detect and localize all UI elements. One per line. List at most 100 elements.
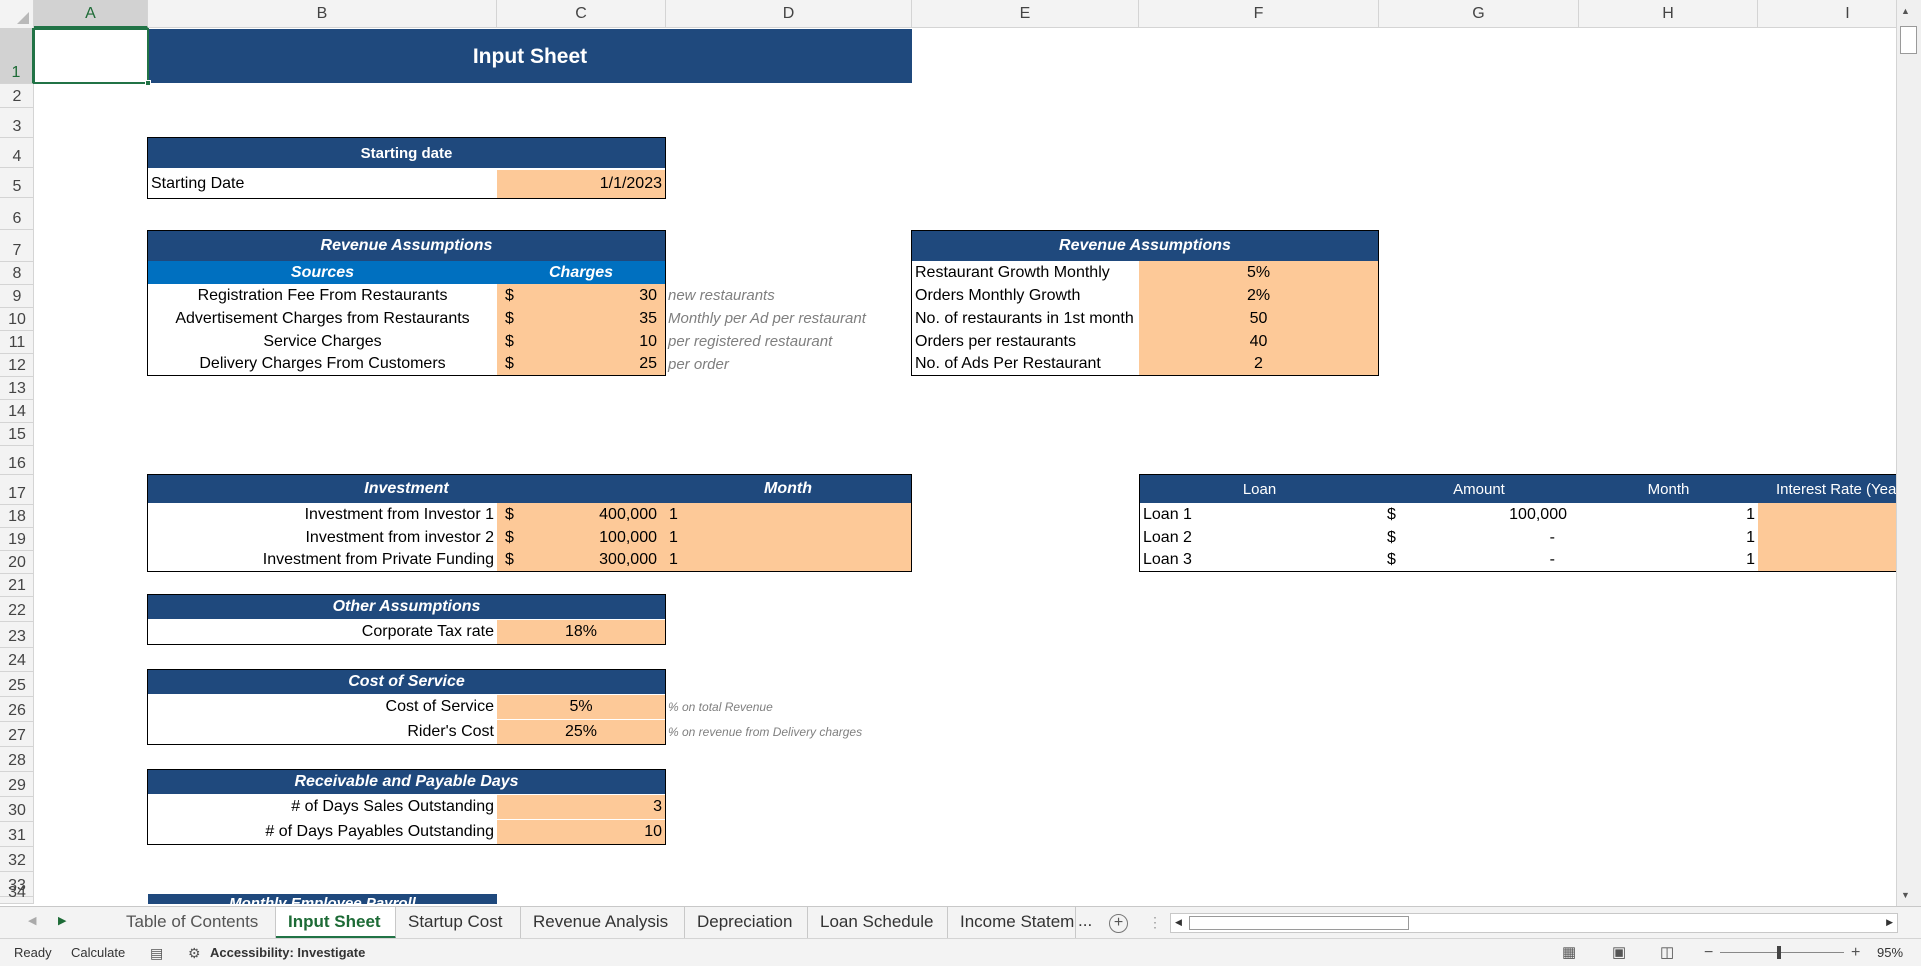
zoom-out-icon[interactable]: − [1704,939,1713,967]
row-header[interactable]: 15 [0,423,34,446]
starting-date-value[interactable]: 1/1/2023 [497,170,665,198]
row-header[interactable]: 7 [0,230,34,262]
row-header[interactable]: 21 [0,574,34,597]
normal-view-icon[interactable]: ▦ [1562,939,1576,967]
next-sheet-icon[interactable]: ▶ [58,914,66,927]
growth-value[interactable]: 50 [1139,307,1378,330]
row-header[interactable]: 20 [0,551,34,574]
row-header[interactable]: 5 [0,168,34,198]
row-header[interactable]: 3 [0,108,34,138]
column-header-g[interactable]: G [1379,0,1579,28]
scroll-up-icon[interactable]: ▲ [1901,6,1910,16]
row-header[interactable]: 23 [0,622,34,648]
more-tabs-ellipsis[interactable]: ... [1078,911,1092,931]
row-header[interactable]: 28 [0,747,34,772]
row-header[interactable]: 14 [0,400,34,423]
scroll-down-icon[interactable]: ▼ [1901,890,1910,900]
macro-recording-icon[interactable]: ▤ [150,939,163,967]
tab-income-statement[interactable]: Income Statem [948,907,1076,939]
row-header[interactable]: 6 [0,198,34,230]
loan-interest-cell[interactable] [1758,549,1896,571]
column-header-h[interactable]: H [1579,0,1758,28]
row-header[interactable]: 12 [0,354,34,377]
active-cell-selection[interactable] [33,28,149,84]
scroll-left-icon[interactable]: ◀ [1175,917,1182,928]
fill-handle[interactable] [145,80,151,86]
add-sheet-icon[interactable]: + [1109,914,1128,933]
prev-sheet-icon[interactable]: ◀ [28,914,36,927]
row-header[interactable]: 34 [0,884,34,904]
sheet-title[interactable]: Input Sheet [148,29,912,83]
vertical-scroll-thumb[interactable] [1900,26,1917,54]
vertical-scrollbar[interactable]: ▲ ▼ [1896,0,1921,906]
row-header[interactable]: 19 [0,528,34,551]
revenue-charge-cell[interactable]: $25 [497,353,665,375]
revenue-charge-cell[interactable]: $35 [497,307,665,330]
growth-value[interactable]: 40 [1139,330,1378,353]
tab-splitter-icon[interactable]: ⋮ [1148,914,1162,931]
investment-month[interactable]: 1 [665,549,911,571]
tab-startup-cost[interactable]: Startup Cost [396,907,521,939]
loan-month[interactable]: 1 [1579,526,1758,549]
row-header[interactable]: 27 [0,722,34,747]
scroll-right-icon[interactable]: ▶ [1886,917,1893,928]
cost-value[interactable]: 5% [497,695,665,719]
row-header[interactable]: 1 [0,28,34,84]
page-layout-view-icon[interactable]: ▣ [1612,939,1626,967]
tab-loan-schedule[interactable]: Loan Schedule [808,907,948,939]
accessibility-investigate-button[interactable]: Accessibility: Investigate [210,939,365,967]
column-header-f[interactable]: F [1139,0,1379,28]
loan-interest-cell[interactable] [1758,503,1896,526]
investment-month[interactable]: 1 [665,526,911,549]
column-header-b[interactable]: B [148,0,497,28]
column-header-d[interactable]: D [666,0,912,28]
loan-month[interactable]: 1 [1579,503,1758,526]
zoom-slider-track[interactable] [1720,952,1844,953]
row-header[interactable]: 17 [0,475,34,505]
row-header[interactable]: 13 [0,377,34,400]
growth-value[interactable]: 2 [1139,353,1378,375]
page-break-preview-icon[interactable]: ◫ [1660,939,1674,967]
revenue-charge-cell[interactable]: $10 [497,330,665,353]
row-header[interactable]: 24 [0,648,34,672]
column-header-e[interactable]: E [912,0,1139,28]
growth-value[interactable]: 5% [1139,261,1378,284]
tab-depreciation[interactable]: Depreciation [685,907,808,939]
row-header[interactable]: 9 [0,285,34,308]
tab-input-sheet[interactable]: Input Sheet [276,907,396,939]
horizontal-scroll-thumb[interactable] [1189,916,1409,930]
row-header[interactable]: 32 [0,847,34,872]
column-header-c[interactable]: C [497,0,666,28]
row-header[interactable]: 31 [0,822,34,847]
row-header[interactable]: 4 [0,138,34,168]
revenue-charge-cell[interactable]: $30 [497,284,665,307]
growth-value[interactable]: 2% [1139,284,1378,307]
row-header[interactable]: 16 [0,446,34,475]
days-value[interactable]: 3 [497,795,665,819]
row-header[interactable]: 18 [0,505,34,528]
loan-month[interactable]: 1 [1579,549,1758,571]
tab-table-of-contents[interactable]: Table of Contents [114,907,276,939]
corporate-tax-value[interactable]: 18% [497,620,665,644]
loan-amount-cell[interactable]: $100,000 [1379,503,1579,526]
investment-amount-cell[interactable]: $100,000 [497,526,665,549]
row-header[interactable]: 8 [0,262,34,285]
zoom-slider-thumb[interactable] [1777,946,1781,959]
row-header[interactable]: 30 [0,797,34,822]
loan-amount-cell[interactable]: $ - [1379,526,1579,549]
row-header[interactable]: 11 [0,331,34,354]
column-header-a[interactable]: A [34,0,148,28]
select-all-corner[interactable] [0,0,34,28]
horizontal-scrollbar[interactable]: ◀ ▶ [1170,913,1898,933]
zoom-in-icon[interactable]: + [1851,939,1860,967]
row-header[interactable]: 26 [0,697,34,722]
row-header[interactable]: 2 [0,84,34,108]
investment-amount-cell[interactable]: $400,000 [497,503,665,526]
days-value[interactable]: 10 [497,820,665,844]
row-header[interactable]: 25 [0,672,34,697]
cost-value[interactable]: 25% [497,720,665,744]
status-calculate-button[interactable]: Calculate [71,939,125,967]
investment-month[interactable]: 1 [665,503,911,526]
row-header[interactable]: 10 [0,308,34,331]
zoom-level[interactable]: 95% [1877,939,1903,967]
